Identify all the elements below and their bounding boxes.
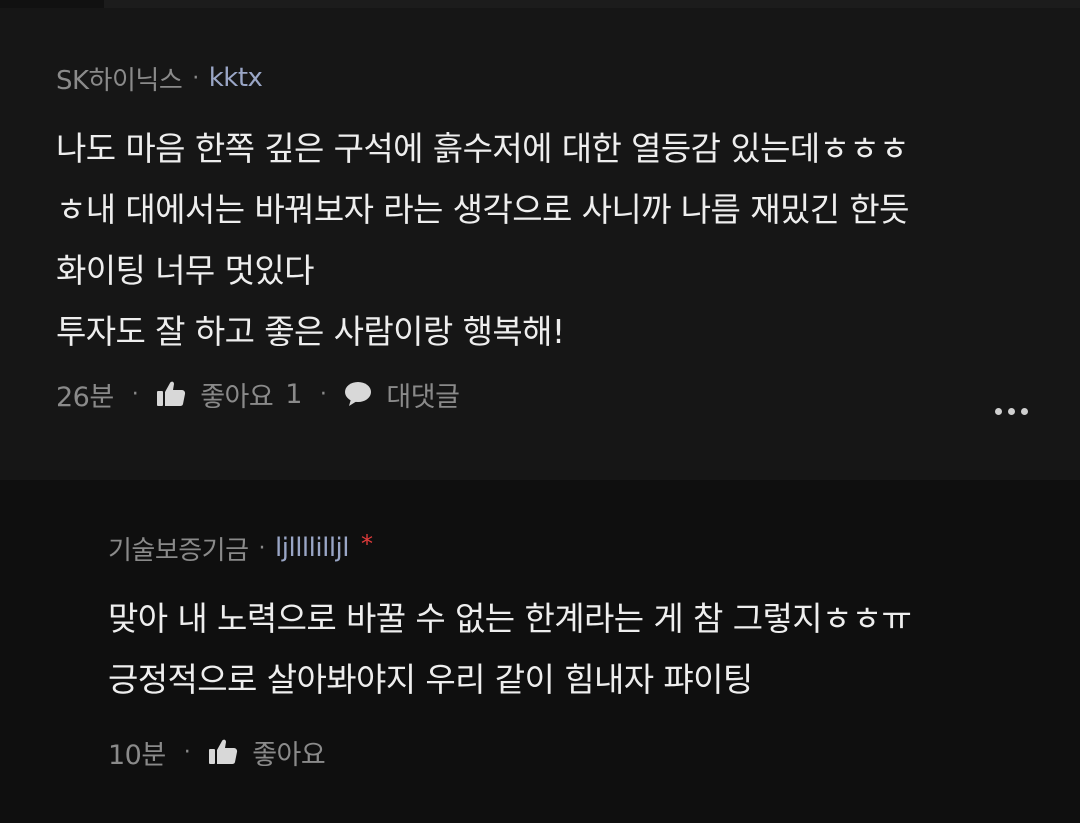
like-button[interactable]: 좋아요	[208, 733, 326, 772]
reply-comment-item: 기술보증기금 · ljllllilljl * 맞아 내 노력으로 바꿀 수 없는…	[0, 480, 1080, 823]
comment-header: SK하이닉스 · kktx	[56, 58, 1080, 98]
comment-meta: 26분 · 좋아요 1 · 대댓글	[56, 374, 1080, 414]
comment-meta: 10분 · 좋아요	[108, 732, 1080, 772]
comment-line: 맞아 내 노력으로 바꿀 수 없는 한계라는 게 참 그렇지ㅎㅎㅠ	[108, 599, 912, 638]
like-count: 1	[285, 378, 302, 410]
comment-line: 나도 마음 한쪽 깊은 구석에 흙수저에 대한 열등감 있는데ㅎㅎㅎ	[56, 129, 909, 168]
reply-label: 대댓글	[386, 381, 460, 413]
comment-item: SK하이닉스 · kktx 나도 마음 한쪽 깊은 구석에 흙수저에 대한 열등…	[0, 8, 1080, 480]
like-label: 좋아요	[252, 739, 326, 771]
header-separator: ·	[192, 65, 199, 91]
header-separator: ·	[258, 535, 266, 561]
reply-button[interactable]: 대댓글	[344, 375, 460, 414]
speech-bubble-icon	[344, 381, 372, 407]
top-divider	[0, 0, 1080, 8]
author-name[interactable]: kktx	[209, 63, 263, 93]
comment-line: ㅎ내 대에서는 바꿔보자 라는 생각으로 사니까 나름 재밌긴 한듯	[56, 190, 909, 229]
thumbs-up-icon	[208, 738, 238, 766]
comment-time: 26분	[56, 381, 114, 413]
meta-separator: ·	[183, 739, 191, 765]
author-name[interactable]: ljllllilljl	[275, 533, 349, 563]
comment-line: 화이팅 너무 멋있다	[56, 251, 314, 290]
comment-time: 10분	[108, 739, 166, 771]
comment-body: 맞아 내 노력으로 바꿀 수 없는 한계라는 게 참 그렇지ㅎㅎㅠ 긍정적으로 …	[108, 588, 1080, 710]
company-name: SK하이닉스	[56, 65, 183, 96]
like-button[interactable]: 좋아요 1	[156, 375, 302, 414]
thumbs-up-icon	[156, 380, 186, 408]
like-label: 좋아요	[200, 381, 274, 413]
more-icon[interactable]	[995, 408, 1028, 415]
meta-separator: ·	[319, 381, 327, 407]
comment-header: 기술보증기금 · ljllllilljl *	[108, 528, 1080, 568]
comment-body: 나도 마음 한쪽 깊은 구석에 흙수저에 대한 열등감 있는데ㅎㅎㅎ ㅎ내 대에…	[56, 118, 1080, 362]
company-name: 기술보증기금	[108, 535, 249, 566]
meta-separator: ·	[131, 381, 139, 407]
comment-line: 긍정적으로 살아봐야지 우리 같이 힘내자 퍄이팅	[108, 660, 753, 699]
comment-line: 투자도 잘 하고 좋은 사람이랑 행복해!	[56, 312, 565, 351]
author-mark: *	[361, 530, 373, 558]
